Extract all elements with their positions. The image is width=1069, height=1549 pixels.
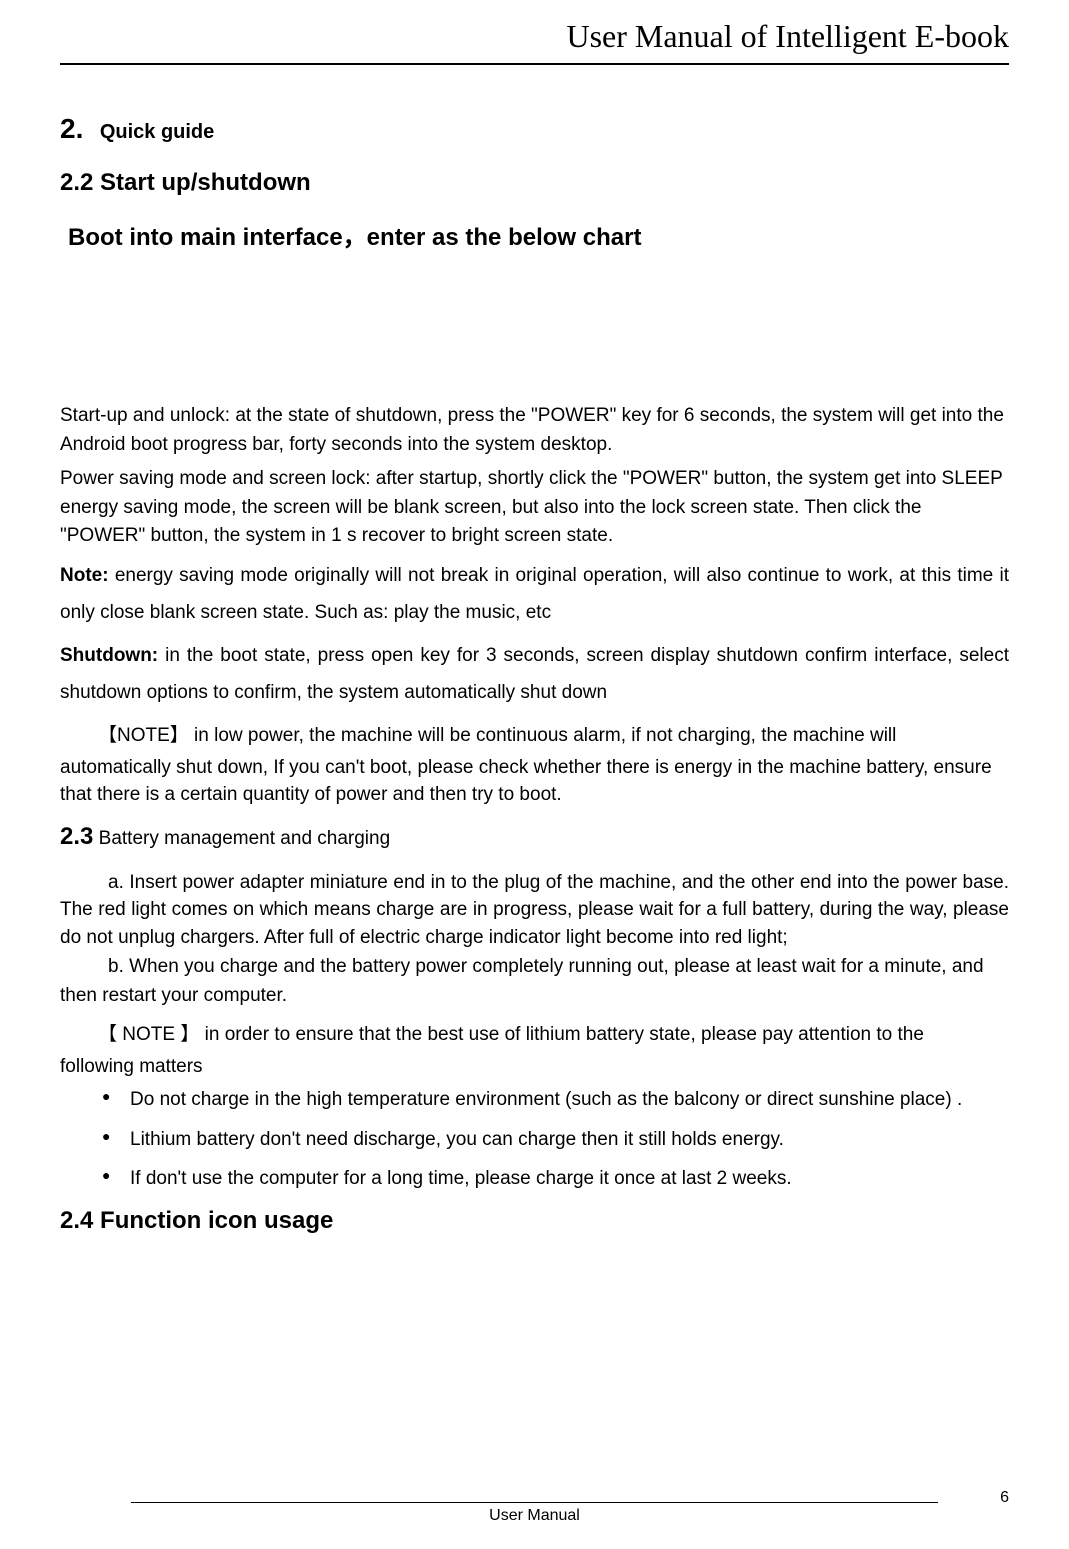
section-2-3-note-continue: following matters [60, 1053, 1009, 1081]
header-divider [60, 63, 1009, 65]
section-2-number: 2. [60, 113, 83, 144]
powersaving-paragraph: Power saving mode and screen lock: after… [60, 465, 1009, 551]
header-title: User Manual of Intelligent E-book [60, 18, 1009, 55]
section-2-3-para-b: b. When you charge and the battery power… [60, 953, 1009, 1009]
note2-continue: automatically shut down, If you can't bo… [60, 754, 1009, 809]
section-2-3-label: Battery management and charging [93, 828, 390, 849]
note2-block: 【NOTE】 in low power, the machine will be… [60, 717, 1009, 754]
footer-page-number: 6 [1000, 1489, 1009, 1507]
section-2-2-subheading: Boot into main interface，enter as the be… [68, 217, 1009, 252]
shutdown-text: in the boot state, press open key for 3 … [60, 645, 1009, 703]
section-2-label: Quick guide [100, 121, 214, 143]
note-text: energy saving mode originally will not b… [60, 565, 1009, 623]
section-2-3-bullets: Do not charge in the high temperature en… [102, 1086, 1009, 1193]
section-2-2-heading: 2.2 Start up/shutdown [60, 169, 1009, 197]
note2-prefix: 【NOTE】 [98, 725, 189, 746]
section-2-3-note-text: in order to ensure that the best use of … [199, 1024, 924, 1045]
shutdown-label: Shutdown: [60, 645, 158, 666]
list-item: If don't use the computer for a long tim… [102, 1165, 1009, 1193]
section-2-3-note-prefix: 【 NOTE 】 [98, 1024, 199, 1045]
note2-text: in low power, the machine will be contin… [189, 725, 897, 746]
section-2-3-number: 2.3 [60, 823, 93, 850]
shutdown-paragraph: Shutdown: in the boot state, press open … [60, 637, 1009, 711]
section-2-3-note: 【 NOTE 】 in order to ensure that the bes… [60, 1016, 1009, 1053]
note-label: Note: [60, 565, 109, 586]
note-paragraph: Note: energy saving mode originally will… [60, 557, 1009, 631]
list-item: Do not charge in the high temperature en… [102, 1086, 1009, 1114]
footer-label: User Manual [489, 1507, 580, 1525]
startup-paragraph: Start-up and unlock: at the state of shu… [60, 402, 1009, 459]
section-2-3-heading: 2.3 Battery management and charging [60, 823, 1009, 851]
section-2-4-heading: 2.4 Function icon usage [60, 1207, 1009, 1235]
section-2-heading: 2. Quick guide [60, 113, 1009, 145]
section-2-3-para-a: a. Insert power adapter miniature end in… [60, 869, 1009, 952]
footer-divider [131, 1502, 938, 1503]
list-item: Lithium battery don't need discharge, yo… [102, 1126, 1009, 1154]
footer: User Manual 6 [60, 1502, 1009, 1525]
